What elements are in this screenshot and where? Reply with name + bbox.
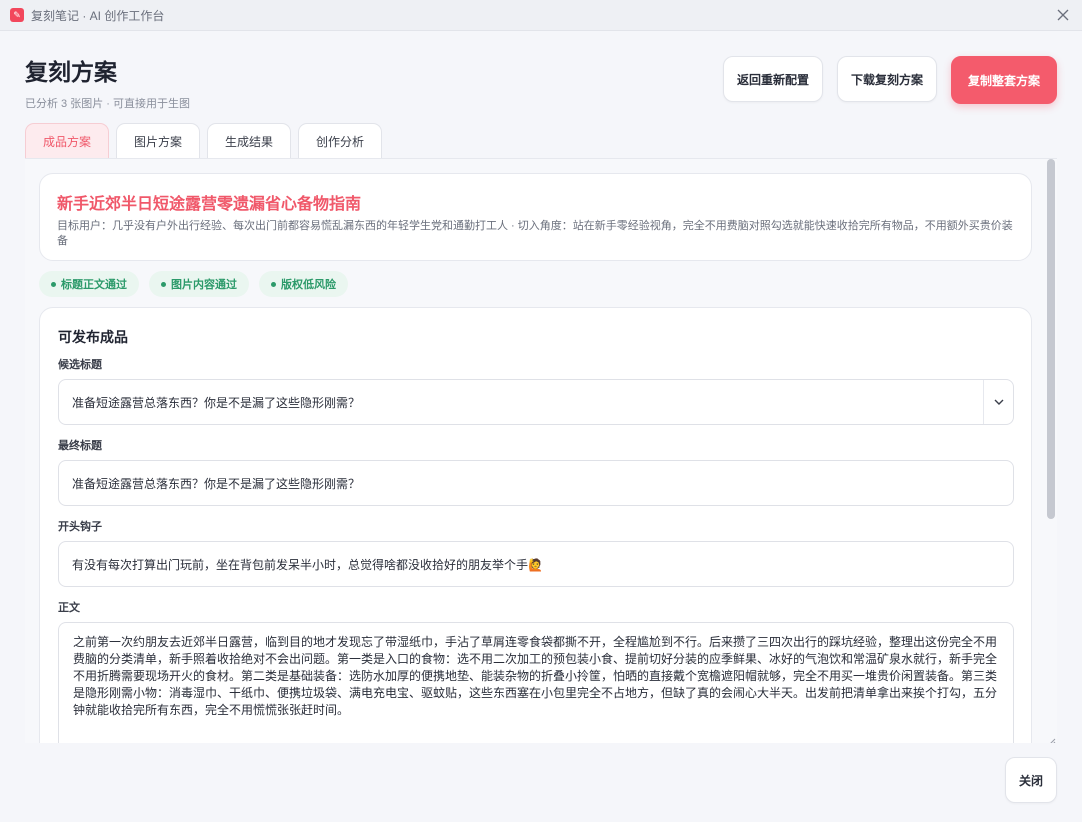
app-logo-icon: ✎ (10, 8, 24, 22)
body-textarea[interactable]: 之前第一次约朋友去近郊半日露营，临到目的地才发现忘了带湿纸巾，手沾了草屑连零食袋… (58, 622, 1014, 743)
window-title: 复刻笔记 · AI 创作工作台 (31, 8, 165, 23)
tab-analysis[interactable]: 创作分析 (298, 123, 383, 158)
check-badges: 标题正文通过 图片内容通过 版权低风险 (39, 271, 348, 297)
tab-results[interactable]: 生成结果 (207, 123, 292, 158)
candidate-title-label: 候选标题 (58, 359, 102, 371)
body-label: 正文 (58, 602, 80, 614)
plan-title: 新手近郊半日短途露营零遗漏省心备物指南 (57, 196, 362, 213)
chevron-down-icon[interactable] (983, 380, 1013, 424)
plan-meta: 目标用户：几乎没有户外出行经验、每次出门前都容易慌乱漏东西的年轻学生党和通勤打工… (57, 220, 1013, 247)
final-title-field[interactable]: 准备短途露营总落东西？你是不是漏了这些隐形刚需？ (58, 460, 1014, 506)
tab-image-plan[interactable]: 图片方案 (116, 123, 201, 158)
page-subtitle: 已分析 3 张图片 · 可直接用于生图 (25, 98, 191, 110)
status-badge: 标题正文通过 (39, 271, 139, 297)
content-panel: 新手近郊半日短途露营零遗漏省心备物指南 目标用户：几乎没有户外出行经验、每次出门… (25, 158, 1057, 743)
reconfigure-button[interactable]: 返回重新配置 (723, 56, 823, 102)
status-badge: 版权低风险 (259, 271, 348, 297)
scrollbar-thumb[interactable] (1047, 159, 1055, 519)
candidate-title-value: 准备短途露营总落东西？你是不是漏了这些隐形刚需？ (72, 395, 361, 410)
copy-all-button[interactable]: 复制整套方案 (951, 56, 1057, 104)
title-bar: ✎ 复刻笔记 · AI 创作工作台 (0, 0, 1082, 31)
main-window: 复刻方案 已分析 3 张图片 · 可直接用于生图 返回重新配置 下载复刻方案 复… (0, 31, 1082, 822)
publish-card: 可发布成品 候选标题 准备短途露营总落东西？你是不是漏了这些隐形刚需？ 最终标题… (39, 307, 1032, 743)
hook-label: 开头钩子 (58, 521, 102, 533)
hook-field[interactable]: 有没有每次打算出门玩前，坐在背包前发呆半小时，总觉得啥都没收拾好的朋友举个手🙋 (58, 541, 1014, 587)
plan-summary-card: 新手近郊半日短途露营零遗漏省心备物指南 目标用户：几乎没有户外出行经验、每次出门… (39, 173, 1032, 261)
final-title-label: 最终标题 (58, 440, 102, 452)
badge-label: 版权低风险 (281, 279, 336, 291)
download-plan-button[interactable]: 下载复刻方案 (837, 56, 937, 102)
page-title: 复刻方案 (25, 59, 117, 85)
candidate-title-select[interactable]: 准备短途露营总落东西？你是不是漏了这些隐形刚需？ (58, 379, 1014, 425)
badge-label: 标题正文通过 (61, 279, 127, 291)
section-title: 可发布成品 (58, 329, 128, 345)
resize-handle-icon[interactable] (1046, 733, 1056, 743)
tab-bar: 成品方案 图片方案 生成结果 创作分析 (25, 123, 383, 158)
close-icon[interactable] (1054, 6, 1072, 24)
scrollbar[interactable] (1047, 159, 1057, 743)
tab-final-plan[interactable]: 成品方案 (25, 123, 110, 158)
close-button[interactable]: 关闭 (1005, 757, 1057, 803)
badge-label: 图片内容通过 (171, 279, 237, 291)
status-badge: 图片内容通过 (149, 271, 249, 297)
